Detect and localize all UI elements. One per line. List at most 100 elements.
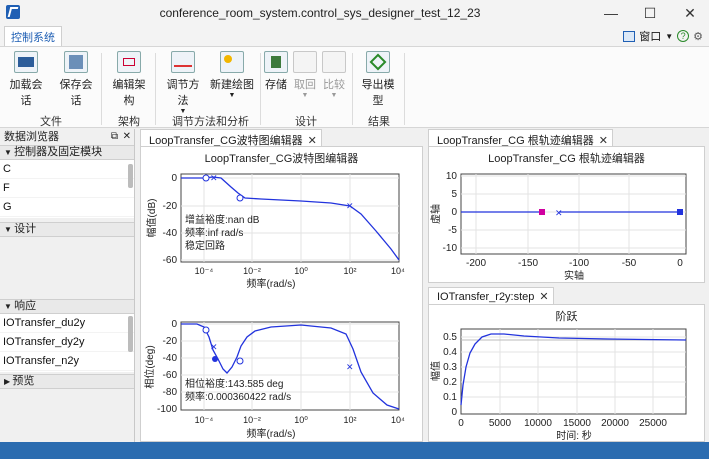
store-label: 存储 bbox=[265, 79, 287, 91]
controller-item[interactable]: G bbox=[0, 198, 134, 217]
phase-margin-marker[interactable] bbox=[212, 356, 218, 362]
svg-text:0.4: 0.4 bbox=[443, 347, 457, 358]
group-label-file: 文件 bbox=[40, 116, 62, 128]
save-session-button[interactable]: 保存会话 bbox=[55, 51, 97, 108]
undock-icon[interactable]: ⧉ bbox=[111, 129, 118, 145]
chevron-down-icon[interactable]: ▼ bbox=[665, 32, 673, 41]
svg-text:相位裕度:143.585 deg: 相位裕度:143.585 deg bbox=[185, 377, 283, 390]
pole-marker[interactable]: ✕ bbox=[210, 342, 218, 352]
response-item[interactable]: IOTransfer_n2y bbox=[0, 352, 134, 371]
svg-text:15000: 15000 bbox=[563, 418, 591, 429]
root-locus-ytick-labels: 10 5 0 -5 -10 bbox=[443, 171, 458, 254]
response-item[interactable]: IOTransfer_du2y bbox=[0, 314, 134, 333]
svg-text:-5: -5 bbox=[448, 225, 457, 236]
retrieve-button[interactable]: 取回 ▼ bbox=[293, 51, 317, 99]
controller-list-scrollbar[interactable] bbox=[128, 164, 133, 188]
svg-text:10⁻²: 10⁻² bbox=[243, 415, 261, 425]
pole-marker[interactable]: ✕ bbox=[555, 208, 563, 218]
step-xlabel: 时间: 秒 bbox=[556, 429, 592, 442]
tab-bode-editor[interactable]: LoopTransfer_CG波特图编辑器 ✕ bbox=[140, 129, 322, 147]
svg-text:-60: -60 bbox=[163, 255, 178, 266]
svg-text:20000: 20000 bbox=[601, 418, 629, 429]
architecture-icon bbox=[117, 51, 141, 73]
svg-text:10²: 10² bbox=[343, 266, 356, 276]
section-responses[interactable]: ▼ 响应 bbox=[0, 299, 134, 314]
close-tab-icon[interactable]: ✕ bbox=[539, 291, 548, 303]
group-label-architecture: 架构 bbox=[118, 116, 140, 128]
response-list-scrollbar[interactable] bbox=[128, 316, 133, 352]
load-session-button[interactable]: 加载会话 bbox=[6, 51, 46, 108]
phase-ytick-labels: 0 -20 -40 -60 -80 -100 bbox=[157, 319, 177, 415]
pole-marker[interactable]: ✕ bbox=[210, 173, 218, 183]
response-item[interactable]: IOTransfer_dy2y bbox=[0, 333, 134, 352]
edit-architecture-label: 编辑架构 bbox=[112, 79, 146, 107]
svg-text:-20: -20 bbox=[163, 201, 178, 212]
svg-text:10⁰: 10⁰ bbox=[294, 266, 308, 276]
section-preview[interactable]: ▶ 预览 bbox=[0, 374, 134, 389]
close-icon[interactable]: ✕ bbox=[123, 129, 131, 145]
window-layout-icon[interactable] bbox=[623, 30, 636, 42]
svg-text:-100: -100 bbox=[157, 404, 177, 415]
section-responses-label: 响应 bbox=[14, 300, 37, 312]
load-session-label: 加载会话 bbox=[9, 79, 43, 107]
magnitude-ylabel: 幅值(dB) bbox=[145, 199, 158, 238]
minimize-button[interactable]: — bbox=[597, 3, 625, 23]
section-controllers[interactable]: ▼ 控制器及固定模块 bbox=[0, 145, 134, 160]
help-icon[interactable]: ? bbox=[677, 30, 690, 42]
export-model-button[interactable]: 导出模型 bbox=[357, 51, 399, 108]
maximize-button[interactable]: ☐ bbox=[636, 3, 664, 23]
export-model-icon bbox=[366, 51, 390, 73]
zero-marker[interactable] bbox=[236, 194, 244, 202]
tab-step-plot[interactable]: IOTransfer_r2y:step ✕ bbox=[428, 287, 554, 304]
root-locus-axes-frame bbox=[460, 173, 687, 255]
tuning-method-button[interactable]: 调节方法 ▼ bbox=[163, 51, 203, 115]
ribbon-toolbar: 加载会话 保存会话 编辑架构 调节方法 ▼ 新建绘图 ▼ 存储 取回 ▼ 比较 … bbox=[0, 46, 709, 128]
retrieve-label: 取回 bbox=[294, 79, 316, 91]
edit-architecture-button[interactable]: 编辑架构 bbox=[108, 51, 150, 108]
export-model-label: 导出模型 bbox=[361, 79, 395, 107]
settings-icon[interactable]: ⚙ bbox=[693, 30, 703, 43]
zero-marker[interactable] bbox=[202, 174, 210, 182]
tab-root-locus-editor[interactable]: LoopTransfer_CG 根轨迹编辑器 ✕ bbox=[428, 129, 613, 147]
group-label-results: 结果 bbox=[368, 116, 390, 128]
bode-editor-tabbar: LoopTransfer_CG波特图编辑器 ✕ bbox=[140, 129, 322, 147]
zero-marker[interactable] bbox=[202, 326, 210, 334]
data-browser-title: 数据浏览器 bbox=[4, 131, 59, 143]
pole-marker[interactable] bbox=[677, 209, 683, 215]
tuning-method-label: 调节方法 bbox=[166, 79, 200, 107]
svg-text:频率:inf rad/s: 频率:inf rad/s bbox=[185, 226, 243, 239]
svg-text:-150: -150 bbox=[518, 258, 538, 269]
bode-plot[interactable]: ✕ ✕ 0 -20 -40 -60 10⁻⁴ 10⁻² 10⁰ 10² 10⁴ … bbox=[141, 147, 424, 443]
magnitude-xlabel: 频率(rad/s) bbox=[247, 277, 296, 290]
load-session-icon bbox=[14, 51, 38, 73]
svg-text:稳定回路: 稳定回路 bbox=[185, 239, 225, 252]
svg-text:-40: -40 bbox=[163, 228, 178, 239]
pole-marker[interactable]: ✕ bbox=[346, 201, 354, 211]
pole-marker[interactable]: ✕ bbox=[346, 362, 354, 372]
controller-item[interactable]: C bbox=[0, 160, 134, 179]
svg-text:10: 10 bbox=[446, 171, 458, 182]
window-menu-label[interactable]: 窗口 bbox=[639, 28, 661, 44]
pole-marker[interactable] bbox=[539, 209, 545, 215]
root-locus-xlabel: 实轴 bbox=[564, 269, 584, 282]
controller-item[interactable]: F bbox=[0, 179, 134, 198]
chevron-down-icon: ▼ bbox=[228, 92, 236, 99]
section-designs[interactable]: ▼ 设计 bbox=[0, 222, 134, 237]
svg-text:10⁻²: 10⁻² bbox=[243, 266, 261, 276]
root-locus-plot[interactable]: ✕ 10 5 0 -5 -10 -200 -150 -100 -50 0 实轴 … bbox=[429, 147, 706, 284]
svg-text:增益裕度:nan dB: 增益裕度:nan dB bbox=[185, 213, 260, 226]
ribbon-divider bbox=[352, 53, 353, 125]
group-label-design: 设计 bbox=[295, 116, 317, 128]
tuning-method-icon bbox=[171, 51, 195, 73]
root-locus-xtick-labels: -200 -150 -100 -50 0 bbox=[466, 258, 683, 269]
zero-marker[interactable] bbox=[236, 357, 244, 365]
close-button[interactable]: ✕ bbox=[676, 3, 704, 23]
collapse-icon: ▼ bbox=[4, 225, 15, 234]
root-locus-pane: LoopTransfer_CG 根轨迹编辑器 ✕ 10 5 0 -5 -10 -… bbox=[428, 146, 705, 283]
new-plot-button[interactable]: 新建绘图 ▼ bbox=[210, 51, 254, 99]
quick-access-bar: 窗口 ▼ ? ⚙ bbox=[623, 28, 703, 44]
tab-control-system[interactable]: 控制系统 bbox=[4, 26, 62, 46]
step-response-plot[interactable]: 0.5 0.4 0.3 0.2 0.1 0 0 5000 10000 15000… bbox=[429, 305, 706, 443]
compare-button[interactable]: 比较 ▼ bbox=[322, 51, 346, 99]
store-button[interactable]: 存储 bbox=[264, 51, 288, 92]
